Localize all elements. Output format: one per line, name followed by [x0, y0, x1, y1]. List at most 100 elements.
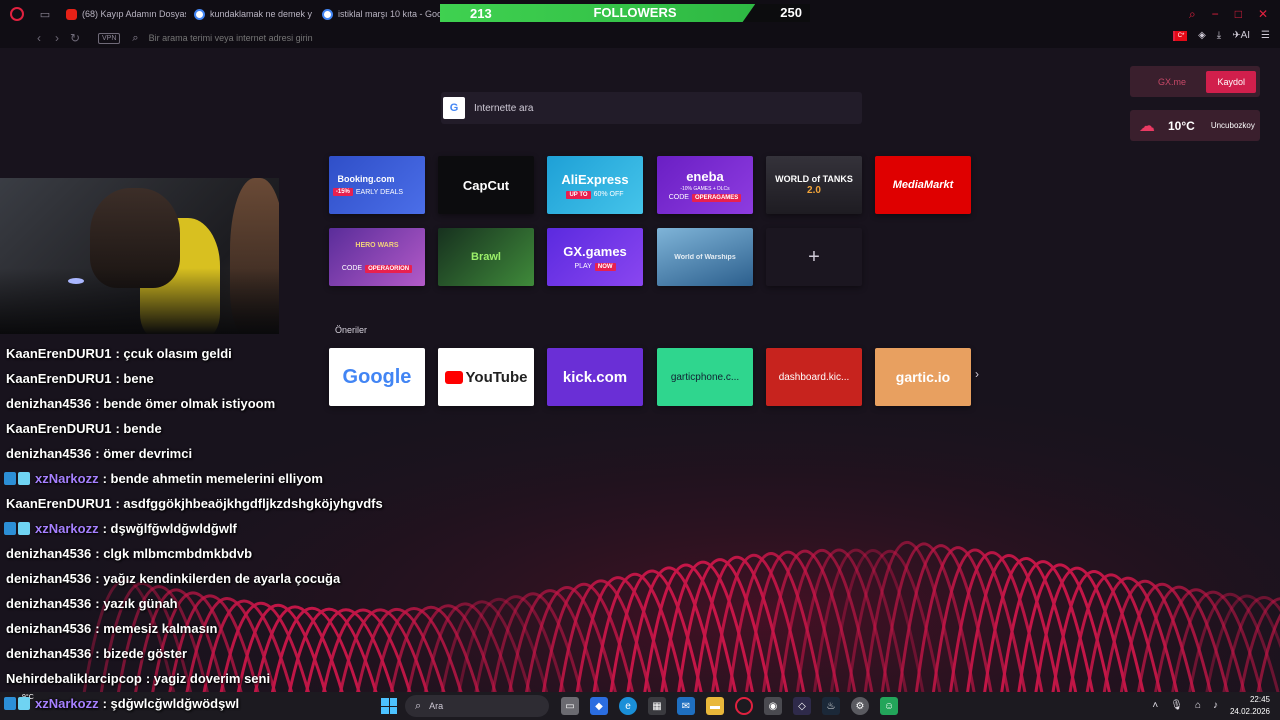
mail-icon[interactable]: ✉	[677, 697, 695, 715]
discord-icon[interactable]: ☺	[880, 697, 898, 715]
speed-dial-eneba[interactable]: eneba -10% GAMES + DLCs CODE OPERAGAMES	[657, 156, 753, 214]
settings-icon[interactable]: ⚙	[851, 697, 869, 715]
speed-dial-mediamarkt[interactable]: MediaMarkt	[875, 156, 971, 214]
suggestion-garticphone[interactable]: garticphone.c...	[657, 348, 753, 406]
forward-icon[interactable]: ›	[48, 31, 66, 45]
speed-dial-capcut[interactable]: CapCut	[438, 156, 534, 214]
chevron-right-icon[interactable]: ›	[975, 367, 979, 381]
obs-icon[interactable]: ◉	[764, 697, 782, 715]
widgets-icon[interactable]: ◆	[590, 697, 608, 715]
weather-city: Uncubozkoy	[1210, 121, 1255, 130]
dial-tag: UP TO	[566, 190, 591, 199]
google-icon[interactable]: G	[443, 97, 465, 119]
cube-icon[interactable]: ◈	[1198, 30, 1206, 41]
volume-icon[interactable]: ♪	[1213, 700, 1218, 711]
tab-youtube[interactable]: (68) Kayıp Adamın Dosyas	[58, 0, 186, 28]
steam-icon[interactable]: ♨	[822, 697, 840, 715]
windows-start-icon[interactable]	[381, 698, 397, 714]
clock-date: 24.02.2026	[1229, 707, 1270, 716]
network-icon[interactable]: ⌂	[1195, 700, 1201, 711]
google-icon	[194, 8, 205, 20]
webcam-light	[68, 278, 84, 284]
dial-sub: UP TO 60% OFF	[566, 190, 624, 199]
taskbar-clock[interactable]: 22:45 24.02.2026	[1230, 694, 1270, 718]
dial-name: eneba	[686, 168, 724, 184]
chat-message: denizhan4536: yağız kendinkilerden de ay…	[6, 571, 340, 586]
speed-dial-gx-games[interactable]: GX.games PLAY NOW	[547, 228, 643, 286]
reload-icon[interactable]: ↻	[66, 31, 84, 45]
chat-username: denizhan4536	[6, 546, 92, 561]
chat-message: xzNarkozz: dşwğlfğwldğwldğwlf	[4, 521, 237, 536]
chat-message: denizhan4536: memesiz kalmasın	[6, 621, 217, 636]
dial-sub: -15% EARLY DEALS	[332, 188, 404, 196]
maximize-icon[interactable]: □	[1235, 7, 1242, 22]
suggestion-youtube[interactable]: YouTube	[438, 348, 534, 406]
chat-text: : şdğwlcğwldğwödşwl	[102, 696, 240, 711]
speed-dial-aliexpress[interactable]: AliExpress UP TO 60% OFF	[547, 156, 643, 214]
speed-dial-booking[interactable]: Booking.com -15% EARLY DEALS	[329, 156, 425, 214]
tab-google-1[interactable]: kundaklamak ne demek y	[186, 0, 314, 28]
speed-dial-world-of-tanks[interactable]: WORLD of TANKS 2.0	[766, 156, 862, 214]
chat-message: denizhan4536: ömer devrimci	[6, 446, 192, 461]
followers-label: FOLLOWERS	[593, 5, 677, 20]
chevron-up-icon[interactable]: ˄	[1152, 700, 1158, 711]
minimize-icon[interactable]: −	[1212, 7, 1219, 22]
suggestion-gartic[interactable]: gartic.io	[875, 348, 971, 406]
download-icon[interactable]: ⤓	[1217, 30, 1221, 41]
dial-name: HERO WARS	[355, 241, 399, 249]
url-input[interactable]	[148, 33, 549, 43]
taskbar-search-input[interactable]	[429, 701, 510, 711]
chat-text: : dşwğlfğwldğwldğwlf	[102, 521, 237, 536]
speed-dial-brawl[interactable]: Brawl	[438, 228, 534, 286]
speed-dial-world-of-warships[interactable]: World of Warships	[657, 228, 753, 286]
opera-logo-icon[interactable]	[10, 7, 24, 21]
chat-text: : çcuk olasım geldi	[115, 346, 232, 361]
dial-sub-text: EARLY DEALS	[355, 188, 404, 196]
tab-islands-icon[interactable]: ▭	[38, 7, 52, 21]
tab-label: (68) Kayıp Adamın Dosyas	[82, 9, 186, 19]
speed-dial-hero-wars[interactable]: HERO WARS CODE OPERAORION	[329, 228, 425, 286]
suggestion-kick[interactable]: kick.com	[547, 348, 643, 406]
edge-icon[interactable]: e	[619, 697, 637, 715]
microphone-icon[interactable]: 🎙	[1170, 700, 1183, 711]
weather-widget[interactable]: ☁ 10°C Uncubozkoy	[1130, 110, 1260, 141]
aria-ai-button[interactable]: ✈AI	[1232, 30, 1250, 41]
vpn-badge[interactable]: VPN	[98, 32, 121, 44]
chat-username: xzNarkozz	[35, 521, 99, 536]
suggestion-google[interactable]: Google	[329, 348, 425, 406]
search-tabs-icon[interactable]: ⌕	[1189, 7, 1196, 22]
taskbar-search[interactable]: ⌕	[405, 695, 549, 717]
chat-message: denizhan4536: bende ömer olmak istiyoom	[6, 396, 275, 411]
dial-name: Brawl	[471, 251, 501, 263]
add-speed-dial-button[interactable]: +	[766, 228, 862, 286]
menu-icon[interactable]: ☰	[1261, 30, 1270, 41]
opera-gx-icon[interactable]	[735, 697, 753, 715]
register-button[interactable]: Kaydol	[1206, 70, 1256, 93]
chat-username: denizhan4536	[6, 571, 92, 586]
flag-icon[interactable]: C*	[1173, 30, 1188, 41]
chat-message: KaanErenDURU1: asdfggökjhbeaöjkhgdfljkzd…	[6, 496, 383, 511]
address-bar: ‹ › ↻ VPN ⌕ C* ◈ ⤓ ✈AI ☰	[0, 28, 1280, 48]
store-icon[interactable]: ▦	[648, 697, 666, 715]
gxme-link[interactable]: GX.me	[1158, 77, 1186, 87]
dial-sub: 2.0	[807, 185, 821, 196]
chat-message: KaanErenDURU1: bene	[6, 371, 154, 386]
dial-name: dashboard.kic...	[778, 371, 850, 383]
close-icon[interactable]: ✕	[1258, 7, 1268, 22]
chat-text: : bende	[115, 421, 162, 436]
chat-message: denizhan4536: clgk mlbmcmbdmkbdvb	[6, 546, 252, 561]
dial-name-text: YouTube	[465, 368, 528, 386]
chat-text: : yazık günah	[95, 596, 178, 611]
chat-message: denizhan4536: bizede göster	[6, 646, 187, 661]
search-input[interactable]	[474, 102, 834, 114]
task-view-icon[interactable]: ▭	[561, 697, 579, 715]
back-icon[interactable]: ‹	[30, 31, 48, 45]
suggestion-dashboard-kick[interactable]: dashboard.kic...	[766, 348, 862, 406]
start-page-search: G	[441, 92, 862, 124]
chat-badge-icon	[4, 697, 30, 710]
tab-google-2[interactable]: istiklal marşı 10 kıta - Goo	[314, 0, 442, 28]
app-icon[interactable]: ◇	[793, 697, 811, 715]
plus-icon: +	[808, 245, 820, 268]
file-explorer-icon[interactable]: ▬	[706, 697, 724, 715]
chat-username: denizhan4536	[6, 621, 92, 636]
